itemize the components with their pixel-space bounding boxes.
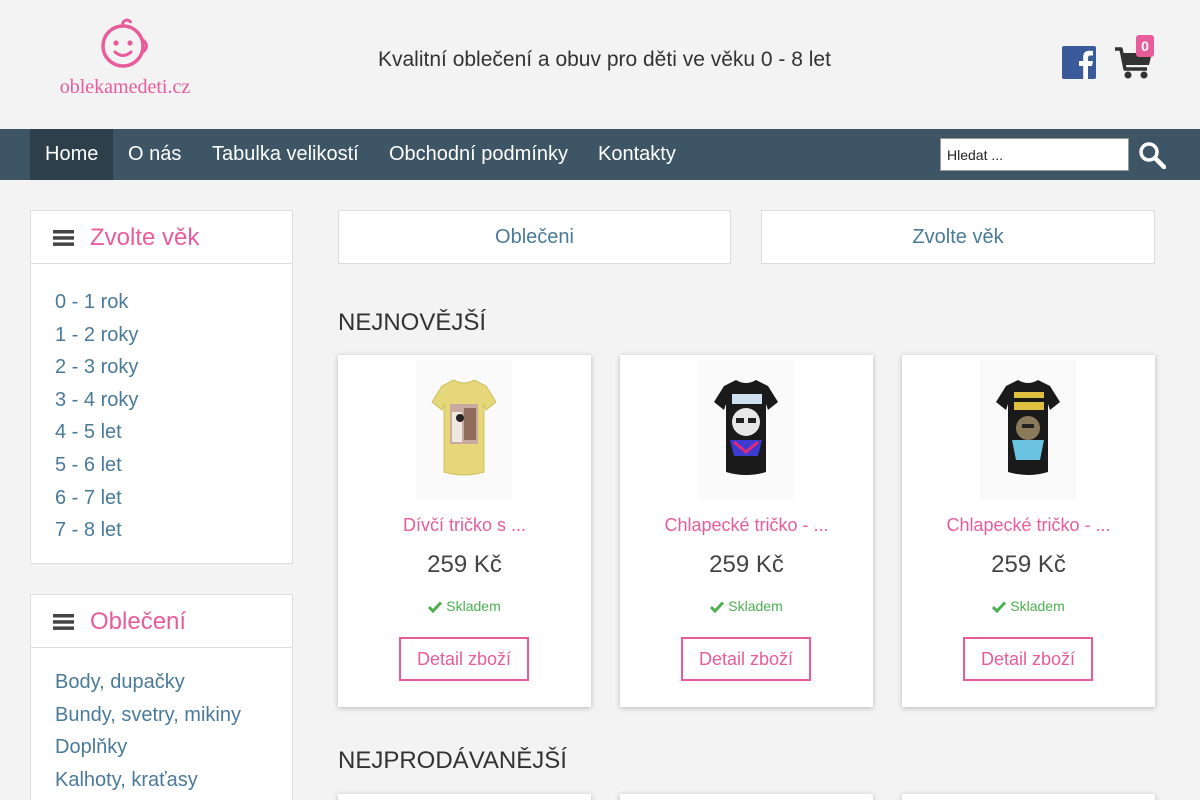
clothing-panel: Oblečení Body, dupačky Bundy, svetry, mi… xyxy=(30,594,293,800)
menu-icon xyxy=(53,230,74,246)
product-card xyxy=(338,794,591,800)
detail-button[interactable]: Detail zboží xyxy=(399,637,529,681)
product-name[interactable]: Chlapecké tričko - ... xyxy=(902,515,1155,536)
clothing-list: Body, dupačky Bundy, svetry, mikiny Dopl… xyxy=(31,648,292,800)
bestselling-section-title: NEJPRODÁVANĚJŠÍ xyxy=(338,747,567,774)
product-image[interactable] xyxy=(416,360,512,500)
age-list: 0 - 1 rok 1 - 2 roky 2 - 3 roky 3 - 4 ro… xyxy=(31,264,292,561)
clothing-item[interactable]: Doplňky xyxy=(55,731,292,764)
age-item[interactable]: 5 - 6 let xyxy=(55,449,292,482)
stock-status: Skladem xyxy=(902,598,1155,614)
nav-about[interactable]: O nás xyxy=(113,129,196,180)
header: oblekamedeti.cz Kvalitní oblečení a obuv… xyxy=(0,0,1200,129)
detail-button[interactable]: Detail zboží xyxy=(963,637,1093,681)
product-card xyxy=(902,794,1155,800)
check-icon xyxy=(428,601,443,613)
product-name[interactable]: Chlapecké tričko - ... xyxy=(620,515,873,536)
clothing-item[interactable]: Body, dupačky xyxy=(55,666,292,699)
age-panel-header: Zvolte věk xyxy=(31,211,292,264)
site-logo[interactable]: oblekamedeti.cz xyxy=(55,18,195,99)
nav-contacts[interactable]: Kontakty xyxy=(583,129,691,180)
cart-count-badge: 0 xyxy=(1136,35,1154,57)
product-name[interactable]: Dívčí tričko s ... xyxy=(338,515,591,536)
product-price: 259 Kč xyxy=(991,551,1066,578)
product-image[interactable] xyxy=(980,360,1076,500)
age-item[interactable]: 7 - 8 let xyxy=(55,514,292,547)
facebook-icon[interactable] xyxy=(1062,46,1096,79)
clothing-item[interactable]: Bundy, svetry, mikiny xyxy=(55,699,292,732)
stock-label: Skladem xyxy=(1010,598,1065,614)
product-card: Dívčí tričko s ... 259 Kč Skladem Detail… xyxy=(338,355,591,707)
age-item[interactable]: 3 - 4 roky xyxy=(55,384,292,417)
detail-button[interactable]: Detail zboží xyxy=(681,637,811,681)
product-card xyxy=(620,794,873,800)
stock-label: Skladem xyxy=(728,598,783,614)
age-item[interactable]: 1 - 2 roky xyxy=(55,319,292,352)
stock-status: Skladem xyxy=(338,598,591,614)
main-navigation: Home O nás Tabulka velikostí Obchodní po… xyxy=(0,129,1200,180)
logo-text: oblekamedeti.cz xyxy=(59,76,191,98)
nav-size-chart[interactable]: Tabulka velikostí xyxy=(197,129,374,180)
product-card: Chlapecké tričko - ... 259 Kč Skladem De… xyxy=(620,355,873,707)
check-icon xyxy=(710,601,725,613)
search-input[interactable] xyxy=(940,138,1129,171)
nav-terms[interactable]: Obchodní podmínky xyxy=(374,129,583,180)
product-card: Chlapecké tričko - ... 259 Kč Skladem De… xyxy=(902,355,1155,707)
search-icon[interactable] xyxy=(1138,141,1166,169)
category-age-button[interactable]: Zvolte věk xyxy=(761,210,1155,264)
baby-face-logo-icon xyxy=(101,18,148,68)
newest-section-title: NEJNOVĚJŠÍ xyxy=(338,309,487,336)
age-item[interactable]: 4 - 5 let xyxy=(55,416,292,449)
product-image[interactable] xyxy=(698,360,794,500)
menu-icon xyxy=(53,614,74,630)
stock-status: Skladem xyxy=(620,598,873,614)
age-item[interactable]: 0 - 1 rok xyxy=(55,286,292,319)
age-panel: Zvolte věk 0 - 1 rok 1 - 2 roky 2 - 3 ro… xyxy=(30,210,293,564)
category-clothing-button[interactable]: Oblečeni xyxy=(338,210,731,264)
tagline: Kvalitní oblečení a obuv pro děti ve věk… xyxy=(378,48,831,71)
age-item[interactable]: 6 - 7 let xyxy=(55,482,292,515)
check-icon xyxy=(992,601,1007,613)
nav-home[interactable]: Home xyxy=(30,129,114,180)
clothing-panel-title: Oblečení xyxy=(90,608,187,635)
age-panel-title: Zvolte věk xyxy=(90,224,200,251)
stock-label: Skladem xyxy=(446,598,501,614)
clothing-panel-header: Oblečení xyxy=(31,595,292,648)
age-item[interactable]: 2 - 3 roky xyxy=(55,351,292,384)
clothing-item[interactable]: Kalhoty, kraťasy xyxy=(55,764,292,797)
product-price: 259 Kč xyxy=(427,551,502,578)
product-price: 259 Kč xyxy=(709,551,784,578)
